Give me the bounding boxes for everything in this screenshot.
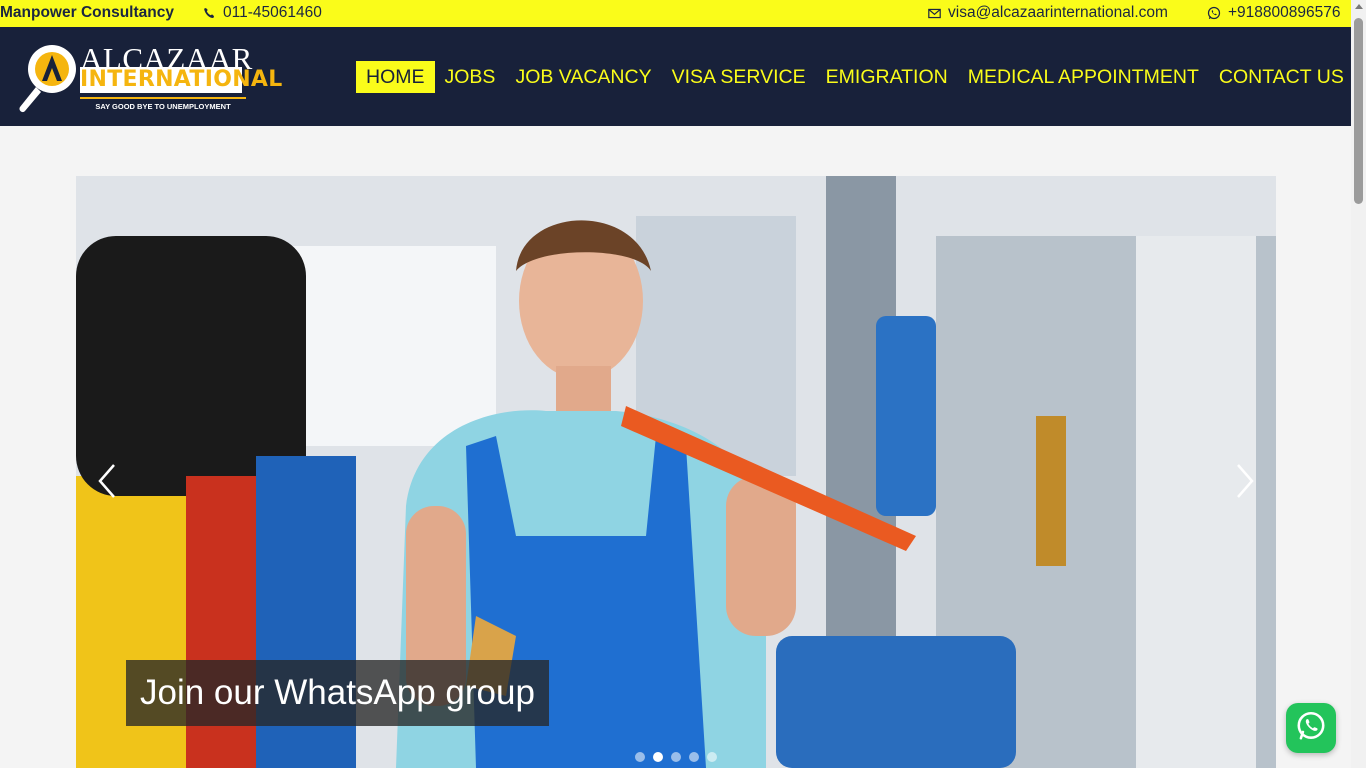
nav-emigration[interactable]: EMIGRATION bbox=[816, 61, 958, 93]
hero-slider: Join our WhatsApp group bbox=[76, 176, 1276, 768]
phone-number: 011-45061460 bbox=[223, 4, 322, 21]
site-logo[interactable]: ALCAZAAR INTERNATIONAL SAY GOOD BYE TO U… bbox=[14, 39, 283, 115]
email-address: visa@alcazaarinternational.com bbox=[948, 4, 1168, 21]
scroll-up-arrow-icon[interactable] bbox=[1355, 4, 1363, 9]
slider-dot[interactable] bbox=[635, 752, 645, 762]
page-scrollbar[interactable] bbox=[1351, 0, 1366, 768]
main-navigation: HOME JOBS JOB VACANCY VISA SERVICE EMIGR… bbox=[356, 61, 1354, 93]
whatsapp-icon bbox=[1207, 6, 1221, 20]
phone-icon bbox=[203, 7, 216, 20]
brand-tagline: Manpower Consultancy bbox=[0, 4, 174, 21]
site-header: ALCAZAAR INTERNATIONAL SAY GOOD BYE TO U… bbox=[0, 27, 1351, 126]
slider-pagination bbox=[635, 752, 717, 762]
envelope-icon bbox=[928, 8, 941, 19]
phone-link[interactable]: 011-45061460 bbox=[203, 4, 322, 22]
whatsapp-link[interactable]: +918800896576 bbox=[1207, 4, 1341, 22]
nav-job-vacancy[interactable]: JOB VACANCY bbox=[505, 61, 661, 93]
logo-name-line2: INTERNATIONAL bbox=[80, 67, 283, 93]
whatsapp-float-button[interactable] bbox=[1286, 703, 1336, 753]
slider-dot[interactable] bbox=[671, 752, 681, 762]
logo-tagline: SAY GOOD BYE TO UNEMPLOYMENT bbox=[80, 97, 246, 111]
nav-visa-service[interactable]: VISA SERVICE bbox=[662, 61, 816, 93]
nav-jobs[interactable]: JOBS bbox=[435, 61, 506, 93]
scrollbar-thumb[interactable] bbox=[1354, 18, 1363, 204]
magnifier-logo-icon bbox=[14, 39, 80, 115]
whatsapp-number: +918800896576 bbox=[1228, 4, 1341, 21]
slider-dot[interactable] bbox=[653, 752, 663, 762]
slider-dot[interactable] bbox=[707, 752, 717, 762]
slide-caption[interactable]: Join our WhatsApp group bbox=[126, 660, 549, 726]
nav-contact-us[interactable]: CONTACT US bbox=[1209, 61, 1354, 93]
email-link[interactable]: visa@alcazaarinternational.com bbox=[928, 4, 1168, 22]
top-contact-bar: Manpower Consultancy 011-45061460 visa@a… bbox=[0, 0, 1351, 27]
nav-home[interactable]: HOME bbox=[356, 61, 435, 93]
nav-medical-appointment[interactable]: MEDICAL APPOINTMENT bbox=[958, 61, 1209, 93]
slider-dot[interactable] bbox=[689, 752, 699, 762]
whatsapp-icon bbox=[1294, 709, 1328, 748]
chevron-left-icon[interactable] bbox=[92, 461, 122, 501]
chevron-right-icon[interactable] bbox=[1230, 461, 1260, 501]
